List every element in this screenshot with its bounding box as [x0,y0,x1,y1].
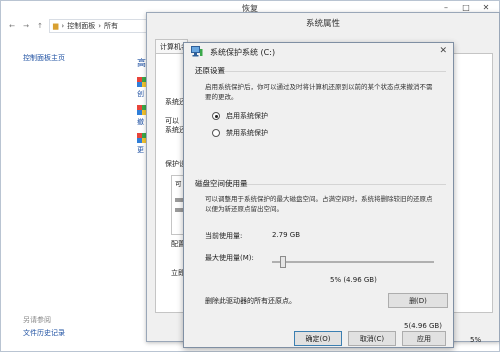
up-arrow-icon[interactable]: ↑ [35,22,45,30]
delete-button[interactable]: 删(D) [388,293,448,308]
breadcrumb-control-panel[interactable]: 控制面板 [67,21,95,31]
radio-selected-icon [212,112,220,120]
breadcrumb-all-items[interactable]: 所有 [104,21,118,31]
max-usage-value: 5% (4.96 GB) [330,276,377,284]
back-arrow-icon[interactable]: ← [7,22,17,30]
delete-restore-points-text: 删除此驱动器的所有还原点。 [205,297,296,305]
dialog-title: 系统保护系统 (C:) [210,48,276,57]
dialog-title-bar: 系统保护系统 (C:) ✕ [184,43,453,60]
restore-settings-desc: 启用系统保护后，你可以通过及时将计算机还原到以前的某个状态点来撤消不需要的更改。 [205,83,433,101]
apply-button[interactable]: 应用 [402,331,446,346]
address-bar: ← → ↑ ▆ › 控制面板 › 所有 [7,19,147,33]
breadcrumb[interactable]: ▆ › 控制面板 › 所有 [49,19,147,33]
radio-unselected-icon [212,129,220,137]
disable-protection-label: 禁用系统保护 [226,129,268,137]
recovery-heading: 高 [137,59,147,69]
enable-protection-radio[interactable]: 启用系统保护 [212,111,268,121]
ok-button[interactable]: 确定(O) [294,331,342,346]
recovery-item-create[interactable]: 创 [137,89,144,99]
computer-icon [191,46,203,57]
recovery-item-undo[interactable]: 撤 [137,117,144,127]
current-usage-value: 2.79 GB [272,231,301,239]
disable-protection-radio[interactable]: 禁用系统保护 [212,128,268,138]
see-also-label: 另请参阅 [23,316,51,324]
enable-protection-label: 启用系统保护 [226,112,268,120]
breadcrumb-separator-icon: › [98,22,102,30]
underlying-usage-percent: 5% [470,336,482,344]
max-usage-label: 最大使用量(M): [205,254,254,262]
system-protection-dialog: 系统保护系统 (C:) ✕ 还原设置 启用系统保护后，你可以通过及时将计算机还原… [183,42,454,348]
breadcrumb-separator-icon: › [61,22,65,30]
slider-track [272,261,434,263]
current-usage-label: 当前使用量: [205,232,243,240]
control-panel-home-link[interactable]: 控制面板主页 [23,53,65,63]
cancel-button[interactable]: 取消(C) [348,331,396,346]
file-history-link[interactable]: 文件历史记录 [23,328,65,338]
underlying-usage-value: 5(4.96 GB) [404,322,442,330]
folder-icon: ▆ [53,22,59,30]
disk-usage-label: 磁盘空间使用量 [195,179,248,188]
restore-settings-divider [196,71,446,72]
forward-arrow-icon[interactable]: → [21,22,31,30]
system-properties-title-bar: 系统属性 [147,13,499,33]
disk-usage-desc: 可以调整用于系统保护的最大磁盘空间。占满空间时，系统将删除较旧的还原点以便为新还… [205,195,433,213]
close-icon[interactable]: ✕ [439,46,447,56]
max-usage-slider[interactable] [272,256,434,268]
slider-thumb[interactable] [279,256,286,268]
recovery-item-change[interactable]: 更 [137,145,144,155]
restore-settings-label: 还原设置 [195,66,225,75]
system-properties-title: 系统属性 [305,19,340,29]
